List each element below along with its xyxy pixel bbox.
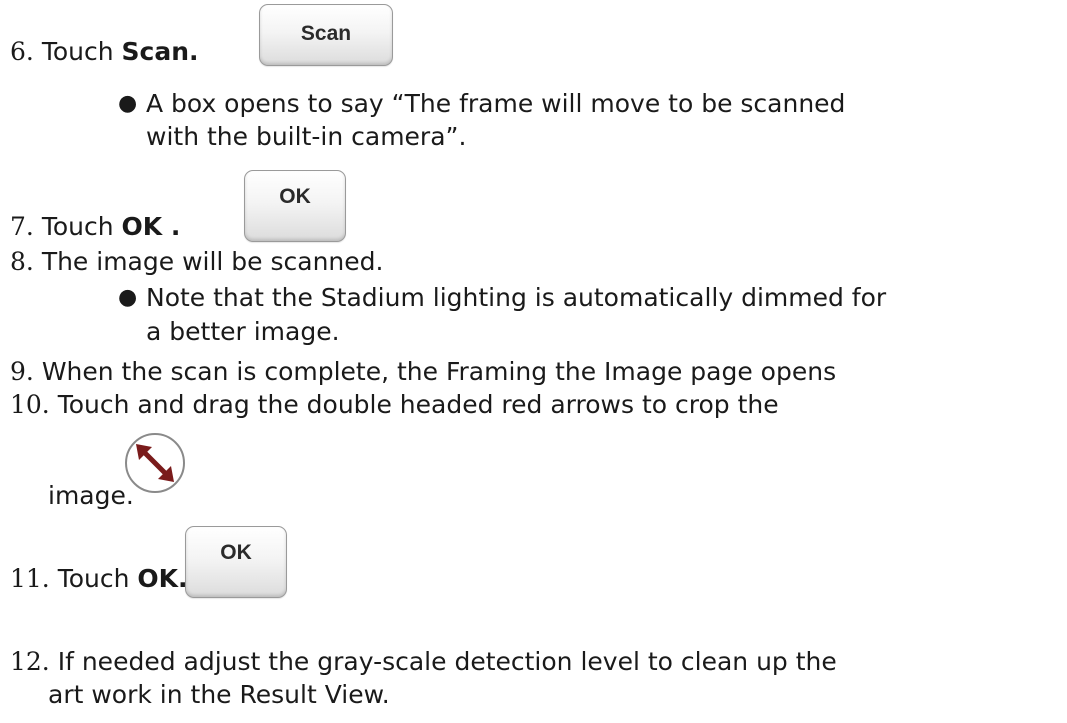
step-11: 11. Touch OK. bbox=[10, 563, 188, 595]
step-text: Touch bbox=[57, 564, 138, 593]
step-text: Touch bbox=[41, 37, 122, 66]
step-bold: Scan. bbox=[121, 37, 199, 66]
step-7: 7. Touch OK . bbox=[10, 211, 180, 243]
step-bold: OK . bbox=[121, 212, 181, 241]
step-number: 9. bbox=[10, 357, 34, 386]
step-6: 6. Touch Scan. bbox=[10, 36, 199, 68]
step-number: 12. bbox=[10, 647, 50, 676]
step-number: 7. bbox=[10, 212, 34, 241]
bullet-icon: ● bbox=[118, 285, 138, 310]
bullet-text: A box opens to say “The frame will move … bbox=[146, 89, 846, 118]
step-number: 10. bbox=[10, 390, 50, 419]
step-10: 10. Touch and drag the double headed red… bbox=[10, 389, 779, 421]
ok-button[interactable]: OK bbox=[244, 170, 346, 242]
step-bold: OK. bbox=[137, 564, 188, 593]
step-12: 12. If needed adjust the gray-scale dete… bbox=[10, 646, 837, 678]
step-text: The image will be scanned. bbox=[41, 247, 384, 276]
step-number: 11. bbox=[10, 564, 50, 593]
step-text: Touch and drag the double headed red arr… bbox=[57, 390, 779, 419]
step-text-cont: art work in the Result View. bbox=[48, 680, 390, 709]
step-number: 8. bbox=[10, 247, 34, 276]
double-headed-arrow-icon bbox=[125, 433, 185, 493]
ok-button[interactable]: OK bbox=[185, 526, 287, 598]
step-text: When the scan is complete, the Framing t… bbox=[41, 357, 837, 386]
step-9: 9. When the scan is complete, the Framin… bbox=[10, 356, 836, 388]
bullet-text-cont: a better image. bbox=[146, 317, 340, 346]
step-text-cont: image. bbox=[48, 481, 134, 510]
scan-button[interactable]: Scan bbox=[259, 4, 393, 66]
step-8: 8. The image will be scanned. bbox=[10, 246, 383, 278]
step-number: 6. bbox=[10, 37, 34, 66]
bullet-text: Note that the Stadium lighting is automa… bbox=[146, 283, 887, 312]
bullet-icon: ● bbox=[118, 91, 138, 116]
bullet-text-cont: with the built-in camera”. bbox=[146, 122, 467, 151]
step-text: Touch bbox=[41, 212, 122, 241]
step-text: If needed adjust the gray-scale detectio… bbox=[57, 647, 837, 676]
